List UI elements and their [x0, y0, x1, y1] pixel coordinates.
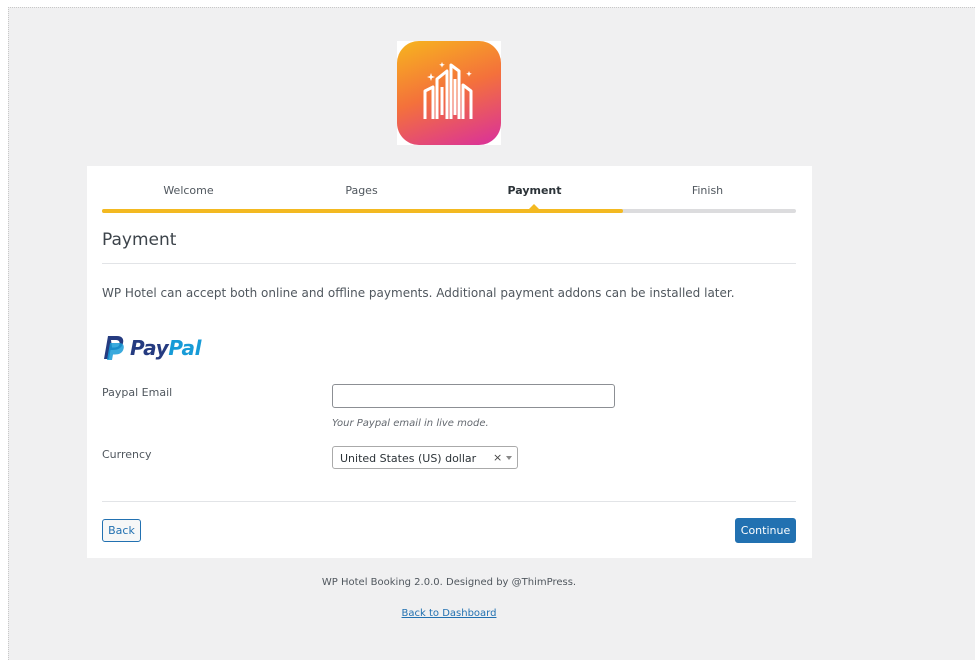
- wizard-steps: Welcome Pages Payment Finish: [102, 166, 796, 214]
- back-button[interactable]: Back: [102, 519, 141, 542]
- payment-description: WP Hotel can accept both online and offl…: [102, 286, 735, 300]
- continue-button[interactable]: Continue: [735, 518, 796, 543]
- dropdown-arrow-icon[interactable]: [506, 456, 512, 460]
- paypal-icon: [104, 336, 124, 360]
- title-divider: [102, 263, 796, 264]
- step-payment: Payment: [507, 184, 562, 197]
- footer-credit: WP Hotel Booking 2.0.0. Designed by @Thi…: [321, 577, 577, 588]
- wizard-progress-bar: [102, 209, 796, 213]
- step-pages: Pages: [345, 184, 378, 197]
- paypal-email-hint: Your Paypal email in live mode.: [332, 418, 489, 429]
- step-welcome: Welcome: [163, 184, 214, 197]
- currency-label: Currency: [102, 448, 152, 461]
- setup-wizard-card: Welcome Pages Payment Finish Payment WP …: [87, 166, 812, 558]
- paypal-logo: PayPal: [102, 334, 202, 362]
- hotel-logo: [397, 41, 501, 145]
- currency-select[interactable]: United States (US) dollar ×: [332, 446, 518, 469]
- paypal-email-input[interactable]: [332, 384, 615, 408]
- paypal-email-label: Paypal Email: [102, 386, 173, 399]
- currency-selected-value: United States (US) dollar: [340, 452, 477, 465]
- page-title: Payment: [102, 230, 177, 250]
- actions-divider: [102, 501, 796, 502]
- back-to-dashboard: Back to Dashboard: [0, 608, 898, 619]
- back-to-dashboard-link[interactable]: Back to Dashboard: [402, 608, 497, 619]
- hotel-building-icon: [423, 62, 473, 119]
- logo-container: [397, 41, 501, 145]
- clear-selection-icon[interactable]: ×: [493, 451, 502, 464]
- step-finish: Finish: [691, 184, 724, 197]
- wizard-progress-fill: [102, 209, 623, 213]
- paypal-wordmark: PayPal: [130, 336, 202, 360]
